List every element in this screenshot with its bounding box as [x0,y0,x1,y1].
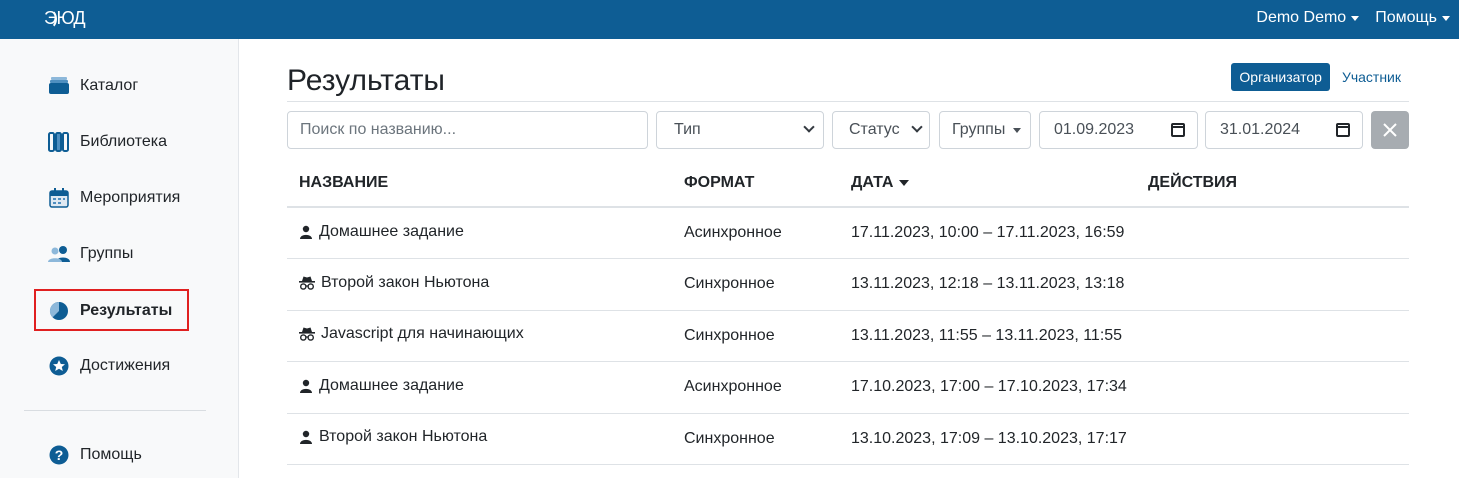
incognito-icon [299,327,315,342]
chevron-down-icon [1013,128,1021,133]
chevron-down-icon [911,121,923,133]
top-navbar: ЭЮД Demo Demo Помощь [0,0,1459,39]
sidebar-item-label: Каталог [80,77,139,94]
table-row[interactable]: Второй закон Ньютона Синхронное 13.10.20… [287,413,1409,465]
date-to-value: 31.01.2024 [1220,121,1301,138]
row-name[interactable]: Javascript для начинающих [321,325,524,343]
row-name[interactable]: Домашнее задание [319,223,464,241]
users-icon [48,243,70,265]
row-name[interactable]: Второй закон Ньютона [319,428,487,446]
chevron-down-icon [1351,15,1360,21]
row-date: 17.11.2023, 10:00 – 17.11.2023, 16:59 [839,207,1136,259]
status-select[interactable]: Статус [832,111,930,149]
sidebar-item-events[interactable]: Мероприятия [48,186,180,210]
logo-swoosh-icon [41,9,57,29]
type-select[interactable]: Тип [656,111,824,149]
star-badge-icon [48,355,70,377]
calendar-icon [48,187,70,209]
sidebar-divider [24,410,206,411]
table-header-row: НАЗВАНИЕ ФОРМАТ ДАТА ДЕЙСТВИЯ [287,159,1409,208]
row-actions [1136,413,1409,465]
results-table: НАЗВАНИЕ ФОРМАТ ДАТА ДЕЙСТВИЯ Домашнее з… [287,159,1409,465]
sidebar-item-label: Библиотека [80,133,167,150]
row-format: Синхронное [672,413,839,465]
user-menu-label: Demo Demo [1256,9,1347,26]
type-select-value: Тип [674,121,701,138]
calendar-icon[interactable] [1336,123,1350,137]
sidebar-item-label: Помощь [80,446,142,463]
sidebar-item-catalog[interactable]: Каталог [48,74,138,98]
table-row[interactable]: Домашнее задание Асинхронное 17.11.2023,… [287,207,1409,259]
user-icon [300,379,312,393]
sidebar-item-label: Достижения [80,357,171,374]
search-input[interactable]: Поиск по названию... [287,111,648,149]
title-divider [287,101,1409,102]
row-name[interactable]: Второй закон Ньютона [321,274,489,292]
user-icon [300,225,312,239]
search-placeholder: Поиск по названию... [300,121,457,138]
date-to-input[interactable]: 31.01.2024 [1205,111,1363,149]
calendar-icon[interactable] [1171,123,1185,137]
row-format: Асинхронное [672,207,839,259]
status-select-value: Статус [849,121,900,138]
row-actions [1136,207,1409,259]
sidebar-item-library[interactable]: Библиотека [48,130,167,154]
active-item-highlight [34,289,189,331]
library-books-icon [48,131,70,153]
catalog-box-icon [48,75,70,97]
question-circle-icon: ? [48,444,70,466]
sidebar-item-help[interactable]: ? Помощь [48,443,142,467]
row-format: Синхронное [672,258,839,311]
table-row[interactable]: Второй закон Ньютона Синхронное 13.11.20… [287,258,1409,311]
row-date: 13.11.2023, 11:55 – 13.11.2023, 11:55 [839,310,1136,362]
help-menu-dropdown[interactable]: Помощь [1375,9,1450,27]
groups-dropdown-label: Группы [952,121,1006,138]
sidebar-item-label: Группы [80,245,134,262]
row-date: 13.11.2023, 12:18 – 13.11.2023, 13:18 [839,258,1136,311]
user-menu-dropdown[interactable]: Demo Demo [1256,9,1360,27]
user-icon [300,431,312,445]
chevron-down-icon [1442,15,1450,21]
row-date: 17.10.2023, 17:00 – 17.10.2023, 17:34 [839,361,1136,414]
date-from-value: 01.09.2023 [1054,121,1135,138]
main-content: Результаты Организатор Участник Поиск по… [239,39,1459,478]
sort-desc-icon [899,179,910,186]
page-title: Результаты [287,64,445,97]
sidebar-item-achievements[interactable]: Достижения [48,354,170,378]
close-icon [1383,123,1397,137]
groups-dropdown[interactable]: Группы [939,111,1031,149]
column-header-date[interactable]: ДАТА [839,159,1136,208]
clear-filters-button[interactable] [1371,111,1409,149]
app-logo[interactable]: ЭЮД [41,8,86,29]
table-row[interactable]: Домашнее задание Асинхронное 17.10.2023,… [287,361,1409,414]
date-from-input[interactable]: 01.09.2023 [1039,111,1198,149]
column-header-name[interactable]: НАЗВАНИЕ [287,159,672,208]
row-actions [1136,258,1409,311]
svg-text:?: ? [55,447,64,463]
column-header-actions: ДЕЙСТВИЯ [1136,159,1409,208]
sidebar-item-label: Мероприятия [80,189,181,206]
row-date: 13.10.2023, 17:09 – 13.10.2023, 17:17 [839,413,1136,465]
column-header-format[interactable]: ФОРМАТ [672,159,839,208]
incognito-icon [299,276,315,290]
chevron-down-icon [803,121,815,133]
organizer-role-button[interactable]: Организатор [1231,63,1330,91]
row-name[interactable]: Домашнее задание [319,377,464,395]
role-switch: Организатор Участник [1231,63,1409,91]
column-header-date-label: ДАТА [851,173,894,191]
participant-role-button[interactable]: Участник [1334,63,1409,91]
sidebar-item-groups[interactable]: Группы [48,242,133,266]
sidebar: Каталог Библиотека Мероприятия Группы Ре… [0,39,239,478]
help-menu-label: Помощь [1375,9,1437,26]
row-format: Синхронное [672,310,839,362]
row-actions [1136,361,1409,414]
row-format: Асинхронное [672,361,839,414]
table-row[interactable]: Javascript для начинающих Синхронное 13.… [287,310,1409,362]
row-actions [1136,310,1409,362]
